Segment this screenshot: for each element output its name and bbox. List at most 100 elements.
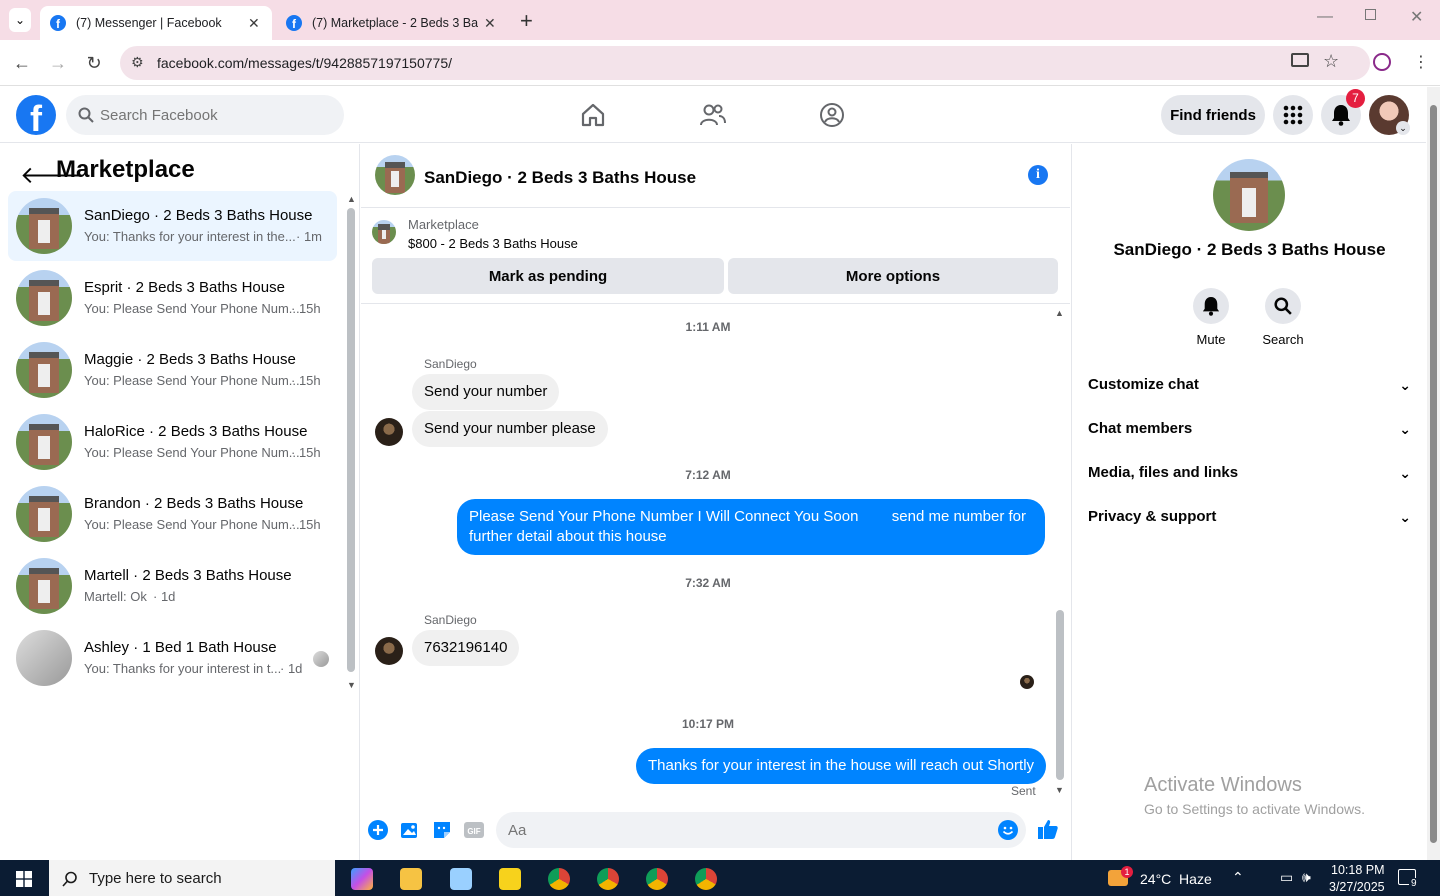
back-icon[interactable]: ← [11,52,33,74]
taskbar-search-box[interactable]: Type here to search [49,860,335,896]
account-chevron-icon[interactable]: ⌄ [1396,121,1410,135]
conversation-item[interactable]: Martell · 2 Beds 3 Baths House Martell: … [8,551,337,621]
add-plus-icon[interactable] [368,820,388,840]
incoming-message[interactable]: Send your number please [412,411,608,447]
facebook-logo-icon[interactable]: f [16,95,56,135]
message-input[interactable] [496,812,1026,848]
scroll-up-arrow-icon[interactable]: ▲ [347,194,356,204]
conversation-preview: You: Please Send Your Phone Num... [84,517,300,532]
search-box[interactable] [66,95,344,135]
conversation-item[interactable]: Esprit · 2 Beds 3 Baths House You: Pleas… [8,263,337,333]
find-friends-button[interactable]: Find friends [1161,95,1265,135]
facebook-header: f Find friends 7 ⌄ [0,87,1426,143]
show-hidden-icons-icon[interactable]: ⌃ [1232,869,1244,886]
message-status: Sent [1011,784,1036,798]
section-chat-members[interactable]: Chat members ⌄ [1088,409,1411,449]
install-app-icon[interactable] [1291,53,1309,67]
section-privacy-support[interactable]: Privacy & support ⌄ [1088,497,1411,537]
svg-text:GIF: GIF [467,827,480,836]
menu-kebab-icon[interactable]: ⋮ [1413,52,1429,72]
close-tab-icon[interactable]: ✕ [248,15,260,32]
site-info-icon[interactable]: ⚙ [131,54,144,71]
gif-icon[interactable]: GIF [464,820,484,840]
scroll-up-arrow-icon[interactable]: ▲ [1055,308,1064,318]
conversation-item[interactable]: Maggie · 2 Beds 3 Baths House You: Pleas… [8,335,337,405]
emoji-icon[interactable] [998,820,1018,840]
chrome-icon[interactable] [646,868,668,890]
search-icon [62,871,77,887]
mark-as-pending-button[interactable]: Mark as pending [372,258,724,294]
chrome-icon[interactable] [695,868,717,890]
groups-icon[interactable] [818,101,846,129]
timestamp: 7:32 AM [685,576,731,590]
more-options-button[interactable]: More options [728,258,1058,294]
section-customize-chat[interactable]: Customize chat ⌄ [1088,365,1411,405]
sticky-notes-icon[interactable] [499,868,521,890]
photo-icon[interactable] [400,820,420,840]
chrome-icon[interactable] [597,868,619,890]
tab-messenger[interactable]: f (7) Messenger | Facebook ✕ [40,6,272,40]
listing-mini-thumbnail[interactable] [372,220,396,244]
marketplace-conversation-list: 🡐 Marketplace SanDiego · 2 Beds 3 Baths … [0,144,360,860]
network-icon[interactable]: ▭ [1280,869,1293,886]
conversation-item[interactable]: Brandon · 2 Beds 3 Baths House You: Plea… [8,479,337,549]
tab-search-chevron-icon[interactable]: ⌄ [9,8,31,32]
outgoing-message[interactable]: Please Send Your Phone Number I Will Con… [457,499,1045,555]
menu-grid-button[interactable] [1273,95,1313,135]
conversation-item[interactable]: SanDiego · 2 Beds 3 Baths House You: Tha… [8,191,337,261]
contact-avatar[interactable] [1213,159,1285,231]
close-window-icon[interactable]: ✕ [1410,7,1423,27]
clock-date[interactable]: 3/27/2025 [1329,880,1385,894]
outgoing-message[interactable]: Thanks for your interest in the house wi… [636,748,1047,784]
sender-avatar[interactable] [375,637,403,665]
conversation-time: · 1d [153,589,176,604]
page-scrollbar-thumb[interactable] [1430,105,1437,843]
tab-marketplace[interactable]: f (7) Marketplace - 2 Beds 3 Bath ✕ [276,6,508,40]
scrollbar-thumb[interactable] [1056,610,1064,780]
volume-icon[interactable]: 🕪 [1302,869,1311,886]
scroll-down-arrow-icon[interactable]: ▼ [347,680,356,690]
paint-app-icon[interactable] [450,868,472,890]
profile-icon[interactable] [1373,53,1391,71]
new-tab-icon[interactable]: + [520,8,533,34]
conversation-time: · 15h [291,301,321,316]
search-icon [1265,288,1301,324]
home-icon[interactable] [579,101,607,129]
grid-icon [1283,105,1303,125]
close-tab-icon[interactable]: ✕ [484,15,496,32]
page-scrollbar[interactable] [1427,87,1440,860]
windows-start-icon[interactable] [16,871,32,887]
copilot-app-icon[interactable] [351,868,373,890]
chrome-icon[interactable] [548,868,570,890]
listing-title[interactable]: $800 - 2 Beds 3 Baths House [408,236,578,251]
scrollbar-thumb[interactable] [347,208,355,672]
chat-avatar[interactable] [375,155,415,195]
reload-icon[interactable]: ↻ [83,52,105,74]
sticker-icon[interactable] [432,820,452,840]
conversation-item[interactable]: HaloRice · 2 Beds 3 Baths House You: Ple… [8,407,337,477]
search-button[interactable]: Search [1247,288,1319,347]
clock-time[interactable]: 10:18 PM [1331,863,1385,877]
search-input[interactable] [100,95,330,135]
chat-title[interactable]: SanDiego · 2 Beds 3 Baths House [424,168,696,188]
scroll-down-arrow-icon[interactable]: ▼ [1055,785,1064,795]
address-bar[interactable]: ⚙ facebook.com/messages/t/94288571971507… [120,46,1370,80]
conversation-item[interactable]: Ashley · 1 Bed 1 Bath House You: Thanks … [8,623,337,693]
timestamp: 1:11 AM [685,320,731,334]
friends-icon[interactable] [699,101,727,129]
mute-button[interactable]: Mute [1175,288,1247,347]
file-explorer-icon[interactable] [400,868,422,890]
sender-avatar[interactable] [375,418,403,446]
minimize-icon[interactable]: — [1317,8,1333,26]
conversation-preview: Martell: Ok [84,589,147,604]
url-text: facebook.com/messages/t/9428857197150775… [157,55,452,71]
incoming-message[interactable]: 7632196140 [412,630,520,666]
forward-icon[interactable]: → [47,52,69,74]
info-icon[interactable]: i [1028,165,1048,185]
incoming-message[interactable]: Send your number [412,374,560,410]
section-media-files-links[interactable]: Media, files and links ⌄ [1088,453,1411,493]
restore-icon[interactable] [1365,9,1376,20]
bookmark-star-icon[interactable]: ☆ [1323,51,1339,72]
like-thumbs-up-icon[interactable] [1037,818,1059,840]
weather-text[interactable]: 24°C Haze [1140,871,1212,887]
